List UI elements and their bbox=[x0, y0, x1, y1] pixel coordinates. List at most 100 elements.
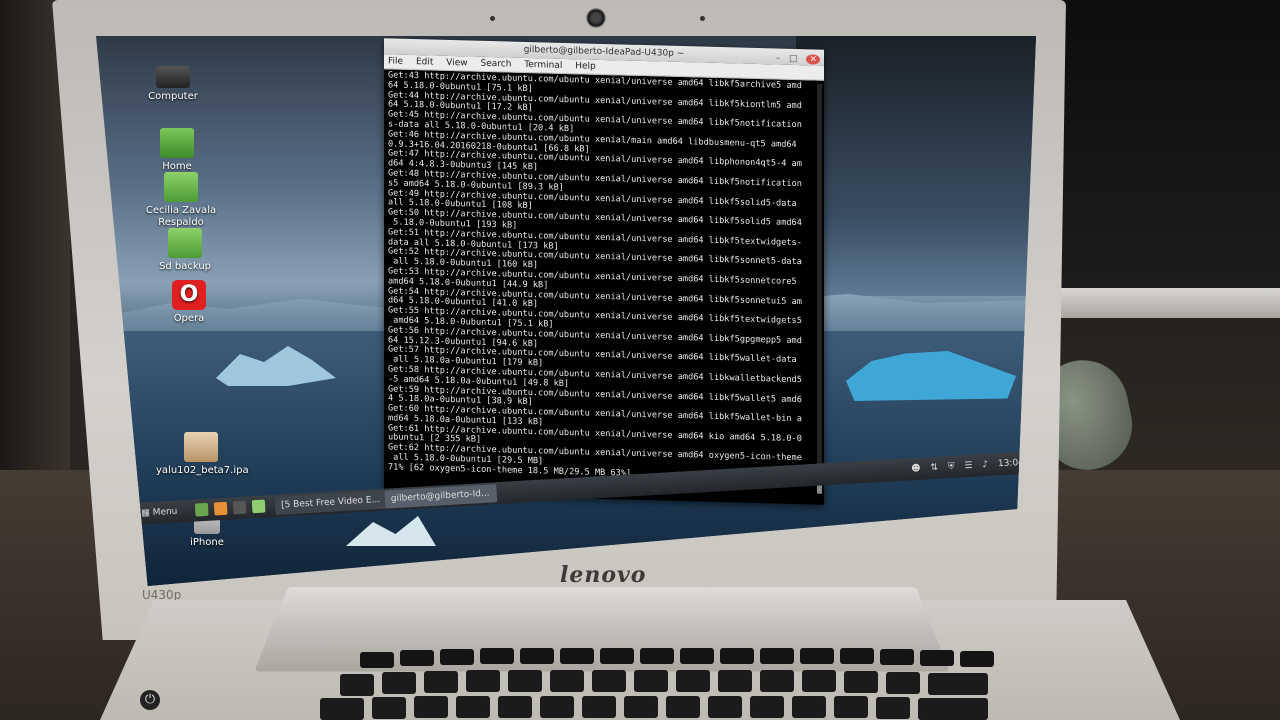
keyboard-key[interactable] bbox=[760, 670, 794, 692]
keyboard-key[interactable] bbox=[792, 696, 826, 718]
keyboard-key[interactable] bbox=[480, 648, 514, 664]
desktop-icon-sd-backup[interactable]: Sd backup bbox=[140, 228, 230, 273]
home-folder-icon bbox=[160, 128, 194, 158]
sensor-dot bbox=[490, 16, 495, 21]
shield-icon[interactable]: ⛨ bbox=[948, 462, 955, 472]
desktop-icon-label: Computer bbox=[148, 91, 198, 102]
keyboard-key[interactable] bbox=[750, 696, 784, 718]
keyboard-key[interactable] bbox=[582, 696, 616, 718]
taskbar-window-label: [5 Best Free Video E... bbox=[280, 494, 381, 511]
keyboard-key[interactable] bbox=[382, 672, 416, 694]
firefox-icon[interactable] bbox=[213, 501, 228, 516]
keyboard-key[interactable] bbox=[340, 674, 374, 696]
desktop-icon-home[interactable]: Home bbox=[132, 128, 222, 173]
close-icon[interactable]: × bbox=[806, 54, 820, 65]
opera-icon: O bbox=[172, 280, 206, 310]
wallpaper-sky bbox=[796, 36, 1036, 296]
laptop-screen: Computer Home Cecilia Zavala Respaldo Sd… bbox=[96, 36, 1036, 586]
maximize-icon[interactable]: □ bbox=[789, 54, 798, 64]
taskbar-window-label: gilberto@gilberto-Id... bbox=[390, 488, 490, 505]
terminal-output[interactable]: Get:43 http://archive.ubuntu.com/ubuntu … bbox=[384, 69, 824, 497]
keyboard-key[interactable] bbox=[718, 670, 752, 692]
wifi-icon[interactable]: ☰ bbox=[964, 461, 973, 471]
keyboard-key[interactable] bbox=[592, 670, 626, 692]
keyboard-key[interactable] bbox=[320, 698, 364, 720]
keyboard-key[interactable] bbox=[424, 671, 458, 693]
keyboard-key[interactable] bbox=[666, 696, 700, 718]
sensor-dot bbox=[700, 16, 705, 21]
quick-launch bbox=[194, 499, 269, 525]
desktop-icon-label: Sd backup bbox=[158, 261, 212, 272]
menu-file[interactable]: File bbox=[388, 56, 403, 66]
keyboard-key[interactable] bbox=[400, 650, 434, 666]
keyboard-key[interactable] bbox=[600, 648, 634, 664]
desktop-icon-label: iPhone bbox=[190, 537, 224, 548]
keyboard-key[interactable] bbox=[800, 648, 834, 664]
menu-terminal[interactable]: Terminal bbox=[524, 60, 562, 71]
desktop-icon-label: Cecilia Zavala Respaldo bbox=[145, 205, 217, 228]
keyboard-key[interactable] bbox=[918, 698, 988, 720]
keyboard-key[interactable] bbox=[372, 697, 406, 719]
keyboard-key[interactable] bbox=[414, 696, 448, 718]
keyboard-key[interactable] bbox=[508, 670, 542, 692]
monitor-stand bbox=[1060, 288, 1280, 318]
keyboard-key[interactable] bbox=[720, 648, 754, 664]
keyboard-key[interactable] bbox=[640, 648, 674, 664]
keyboard-key[interactable] bbox=[560, 648, 594, 664]
folder-icon bbox=[164, 172, 198, 202]
keyboard bbox=[300, 648, 1100, 720]
desktop-icon-opera[interactable]: O Opera bbox=[144, 280, 234, 325]
user-icon[interactable]: ☻ bbox=[911, 464, 921, 475]
keyboard-key[interactable] bbox=[960, 651, 994, 667]
desktop-icon-label: yalu102_beta7.ipa bbox=[156, 465, 249, 476]
show-desktop-icon[interactable] bbox=[194, 502, 209, 517]
model-label: U430p bbox=[142, 588, 182, 602]
taskbar-window-browser[interactable]: [5 Best Free Video E... bbox=[274, 490, 388, 515]
terminal-scrollbar[interactable] bbox=[817, 83, 822, 494]
keyboard-key[interactable] bbox=[498, 696, 532, 718]
keyboard-key[interactable] bbox=[456, 696, 490, 718]
menu-label: Menu bbox=[152, 506, 178, 519]
files-icon[interactable] bbox=[251, 499, 266, 514]
desktop-icon-ipa-file[interactable]: yalu102_beta7.ipa bbox=[156, 432, 249, 477]
keyboard-key[interactable] bbox=[802, 670, 836, 692]
keyboard-key[interactable] bbox=[540, 696, 574, 718]
keyboard-key[interactable] bbox=[624, 696, 658, 718]
keyboard-key[interactable] bbox=[360, 652, 394, 668]
keyboard-key[interactable] bbox=[634, 670, 668, 692]
keyboard-key[interactable] bbox=[880, 649, 914, 665]
terminal-window[interactable]: gilberto@gilberto-IdeaPad-U430p ~ – □ × … bbox=[384, 38, 824, 505]
window-title: gilberto@gilberto-IdeaPad-U430p ~ bbox=[523, 44, 685, 60]
keyboard-key[interactable] bbox=[928, 673, 988, 695]
keyboard-key[interactable] bbox=[844, 671, 878, 693]
computer-icon bbox=[156, 66, 190, 88]
menu-search[interactable]: Search bbox=[480, 59, 511, 70]
keyboard-key[interactable] bbox=[760, 648, 794, 664]
keyboard-key[interactable] bbox=[876, 697, 910, 719]
lenovo-logo: lenovo bbox=[560, 562, 647, 588]
menu-help[interactable]: Help bbox=[575, 61, 596, 72]
menu-view[interactable]: View bbox=[446, 58, 467, 69]
keyboard-key[interactable] bbox=[440, 649, 474, 665]
keyboard-key[interactable] bbox=[680, 648, 714, 664]
volume-icon[interactable]: ♪ bbox=[982, 460, 988, 470]
keyboard-key[interactable] bbox=[708, 696, 742, 718]
terminal-launcher-icon[interactable] bbox=[232, 500, 247, 515]
keyboard-key[interactable] bbox=[466, 670, 500, 692]
minimize-icon[interactable]: – bbox=[776, 53, 781, 63]
desktop-icon-cecilia-folder[interactable]: Cecilia Zavala Respaldo bbox=[136, 172, 226, 229]
keyboard-key[interactable] bbox=[520, 648, 554, 664]
keyboard-key[interactable] bbox=[676, 670, 710, 692]
keyboard-key[interactable] bbox=[550, 670, 584, 692]
keyboard-key[interactable] bbox=[886, 672, 920, 694]
desktop-icon-computer[interactable]: Computer bbox=[128, 66, 218, 103]
taskbar-window-terminal[interactable]: gilberto@gilberto-Id... bbox=[384, 484, 498, 509]
menu-edit[interactable]: Edit bbox=[416, 57, 433, 67]
network-icon[interactable]: ⇅ bbox=[930, 463, 938, 473]
menu-button[interactable]: ▦ Menu bbox=[141, 501, 178, 525]
power-icon[interactable]: ⏻ bbox=[140, 690, 160, 710]
keyboard-key[interactable] bbox=[920, 650, 954, 666]
keyboard-key[interactable] bbox=[834, 696, 868, 718]
keyboard-key[interactable] bbox=[840, 648, 874, 664]
external-monitor bbox=[1060, 0, 1280, 290]
